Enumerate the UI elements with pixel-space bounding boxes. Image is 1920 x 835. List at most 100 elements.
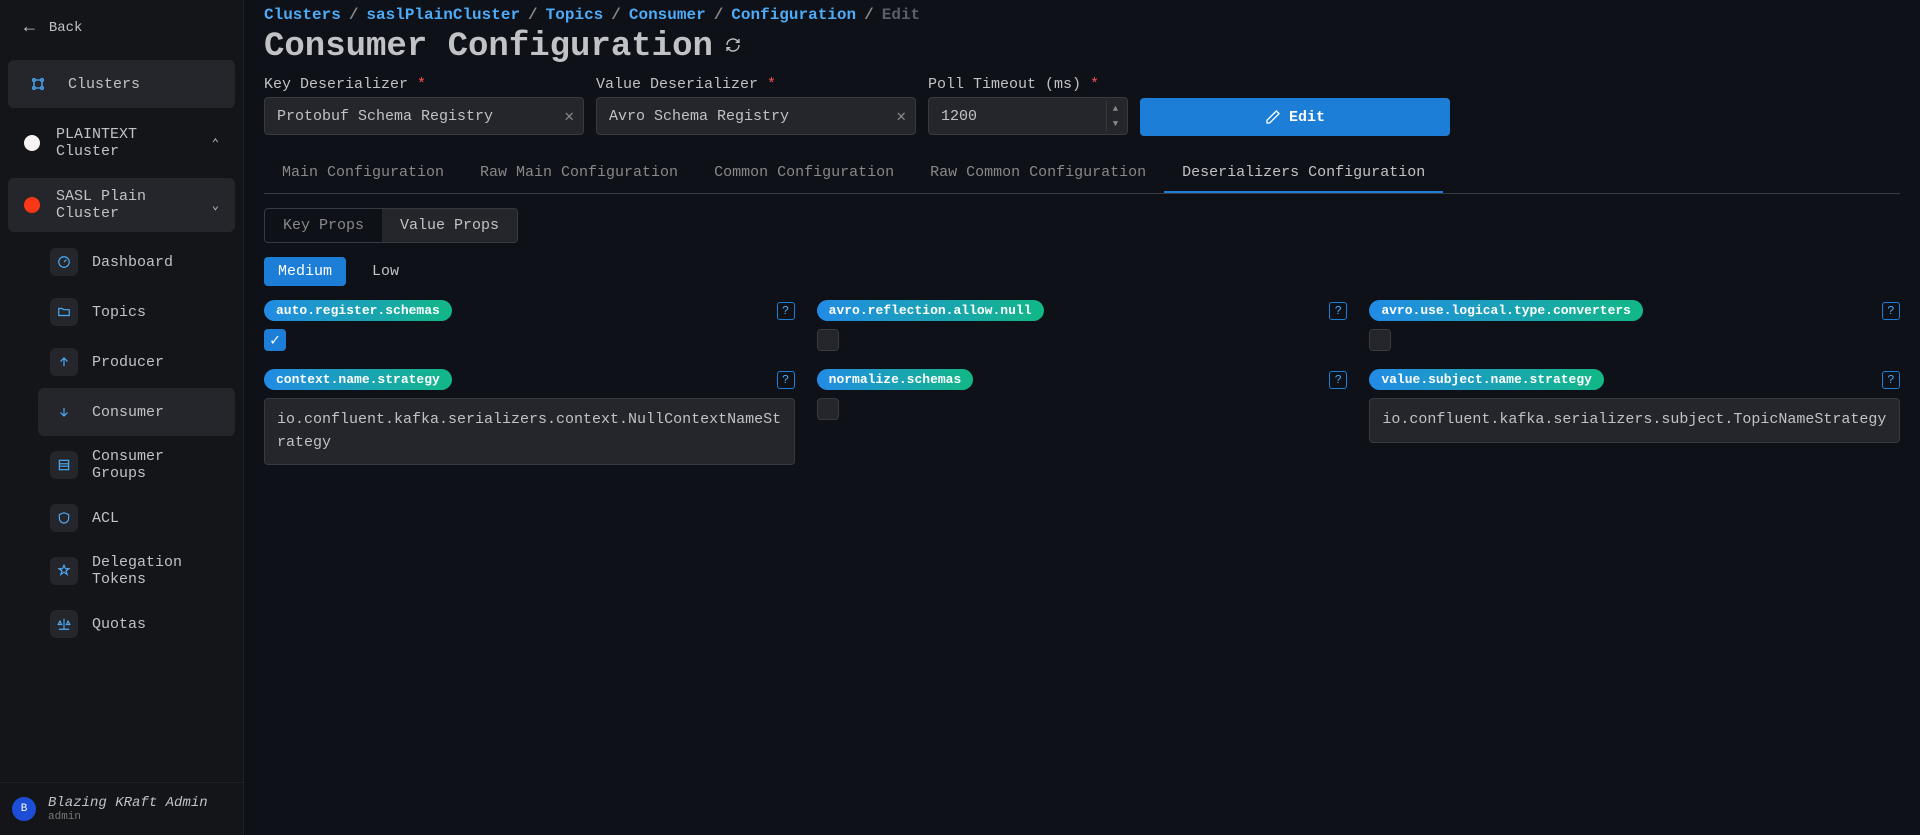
prop-text-value[interactable]: io.confluent.kafka.serializers.subject.T… <box>1369 398 1900 443</box>
importance-pills: Medium Low <box>264 257 1900 286</box>
breadcrumb-current: Edit <box>882 6 920 24</box>
cluster-group-sasl[interactable]: SASL Plain Cluster ⌄ <box>8 178 235 232</box>
breadcrumb-link[interactable]: Consumer <box>629 6 706 24</box>
sidebar-footer[interactable]: B Blazing KRaft Admin admin <box>0 782 243 835</box>
prop-text-value[interactable]: io.confluent.kafka.serializers.context.N… <box>264 398 795 465</box>
sidebar-item-producer[interactable]: Producer <box>38 338 235 386</box>
prop-name-badge: avro.reflection.allow.null <box>817 300 1044 321</box>
sidebar-item-acl[interactable]: ACL <box>38 494 235 542</box>
page-title: Consumer Configuration <box>264 28 1900 66</box>
subtab-value-props[interactable]: Value Props <box>382 209 517 242</box>
sidebar: ← Back Clusters PLAINTEXT Cluster ⌃ SASL… <box>0 0 244 835</box>
prop-name-badge: avro.use.logical.type.converters <box>1369 300 1643 321</box>
list-icon <box>50 451 78 479</box>
edit-button[interactable]: Edit <box>1140 98 1450 136</box>
cluster-group-plaintext[interactable]: PLAINTEXT Cluster ⌃ <box>8 116 235 170</box>
help-icon[interactable]: ? <box>1882 371 1900 389</box>
clusters-icon <box>24 70 52 98</box>
prop-checkbox[interactable] <box>817 398 839 420</box>
help-icon[interactable]: ? <box>777 371 795 389</box>
sidebar-item-dashboard[interactable]: Dashboard <box>38 238 235 286</box>
key-deserializer-label: Key Deserializer * <box>264 76 584 93</box>
gauge-icon <box>50 248 78 276</box>
sidebar-item-consumer[interactable]: Consumer <box>38 388 235 436</box>
help-icon[interactable]: ? <box>1329 371 1347 389</box>
value-deserializer-label: Value Deserializer * <box>596 76 916 93</box>
tab-raw-main-config[interactable]: Raw Main Configuration <box>462 154 696 193</box>
back-button[interactable]: ← Back <box>8 8 235 48</box>
sidebar-item-delegation-tokens[interactable]: Delegation Tokens <box>38 544 235 598</box>
sidebar-item-consumer-groups[interactable]: Consumer Groups <box>38 438 235 492</box>
status-dot-icon <box>24 135 40 151</box>
folder-icon <box>50 298 78 326</box>
sidebar-item-label: Topics <box>92 304 146 321</box>
spinner-up-icon[interactable]: ▲ <box>1107 101 1124 116</box>
status-dot-icon <box>24 197 40 213</box>
sidebar-item-topics[interactable]: Topics <box>38 288 235 336</box>
prop-name-badge: context.name.strategy <box>264 369 452 390</box>
sidebar-submenu: Dashboard Topics Producer Consumer Consu… <box>38 236 243 650</box>
user-name: Blazing KRaft Admin <box>48 795 208 811</box>
sidebar-item-label: Delegation Tokens <box>92 554 223 588</box>
prop-avro-reflection-allow-null: avro.reflection.allow.null ? <box>817 300 1348 351</box>
help-icon[interactable]: ? <box>1329 302 1347 320</box>
help-icon[interactable]: ? <box>1882 302 1900 320</box>
subtabs: Key Props Value Props <box>264 208 518 243</box>
subtab-key-props[interactable]: Key Props <box>265 209 382 242</box>
prop-name-badge: value.subject.name.strategy <box>1369 369 1604 390</box>
sidebar-item-label: Dashboard <box>92 254 173 271</box>
user-role: admin <box>48 811 208 823</box>
spinner-down-icon[interactable]: ▼ <box>1107 116 1124 131</box>
poll-timeout-label: Poll Timeout (ms) * <box>928 76 1128 93</box>
arrow-left-icon: ← <box>24 18 35 38</box>
breadcrumb-link[interactable]: saslPlainCluster <box>366 6 520 24</box>
prop-checkbox[interactable]: ✓ <box>264 329 286 351</box>
clear-icon[interactable]: ✕ <box>564 106 574 126</box>
property-grid: auto.register.schemas ? ✓ avro.reflectio… <box>264 300 1900 465</box>
scale-icon <box>50 610 78 638</box>
prop-checkbox[interactable] <box>817 329 839 351</box>
breadcrumb-link[interactable]: Configuration <box>731 6 856 24</box>
key-deserializer-group: Key Deserializer * ✕ <box>264 76 584 136</box>
key-deserializer-input[interactable] <box>264 97 584 135</box>
pill-low[interactable]: Low <box>358 257 413 286</box>
tabs: Main Configuration Raw Main Configuratio… <box>264 154 1900 194</box>
sidebar-item-quotas[interactable]: Quotas <box>38 600 235 648</box>
breadcrumb-link[interactable]: Clusters <box>264 6 341 24</box>
sidebar-clusters[interactable]: Clusters <box>8 60 235 108</box>
clear-icon[interactable]: ✕ <box>896 106 906 126</box>
help-icon[interactable]: ? <box>777 302 795 320</box>
avatar-initial: B <box>21 803 28 815</box>
main-content: Clusters/ saslPlainCluster/ Topics/ Cons… <box>244 0 1920 835</box>
value-deserializer-group: Value Deserializer * ✕ <box>596 76 916 136</box>
refresh-icon[interactable] <box>725 37 741 58</box>
breadcrumb-link[interactable]: Topics <box>546 6 604 24</box>
prop-auto-register-schemas: auto.register.schemas ? ✓ <box>264 300 795 351</box>
pencil-icon <box>1265 109 1281 125</box>
sidebar-item-label: Consumer Groups <box>92 448 223 482</box>
prop-name-badge: auto.register.schemas <box>264 300 452 321</box>
prop-value-subject-name-strategy: value.subject.name.strategy ? io.conflue… <box>1369 369 1900 465</box>
form-row: Key Deserializer * ✕ Value Deserializer … <box>264 76 1900 136</box>
sidebar-item-label: Consumer <box>92 404 164 421</box>
chevron-down-icon: ⌄ <box>212 198 219 213</box>
sidebar-item-label: ACL <box>92 510 119 527</box>
value-deserializer-input[interactable] <box>596 97 916 135</box>
prop-checkbox[interactable] <box>1369 329 1391 351</box>
breadcrumb: Clusters/ saslPlainCluster/ Topics/ Cons… <box>264 6 1900 24</box>
pill-medium[interactable]: Medium <box>264 257 346 286</box>
prop-normalize-schemas: normalize.schemas ? <box>817 369 1348 465</box>
download-icon <box>50 398 78 426</box>
prop-name-badge: normalize.schemas <box>817 369 974 390</box>
tab-raw-common-config[interactable]: Raw Common Configuration <box>912 154 1164 193</box>
cluster-group-label: PLAINTEXT Cluster <box>56 126 196 160</box>
poll-timeout-input[interactable] <box>928 97 1128 135</box>
tab-common-config[interactable]: Common Configuration <box>696 154 912 193</box>
chevron-up-icon: ⌃ <box>212 136 219 151</box>
poll-timeout-group: Poll Timeout (ms) * ▲ ▼ <box>928 76 1128 136</box>
back-label: Back <box>49 20 83 36</box>
tab-main-config[interactable]: Main Configuration <box>264 154 462 193</box>
avatar: B <box>12 797 36 821</box>
sidebar-item-label: Producer <box>92 354 164 371</box>
tab-deserializers-config[interactable]: Deserializers Configuration <box>1164 154 1443 193</box>
